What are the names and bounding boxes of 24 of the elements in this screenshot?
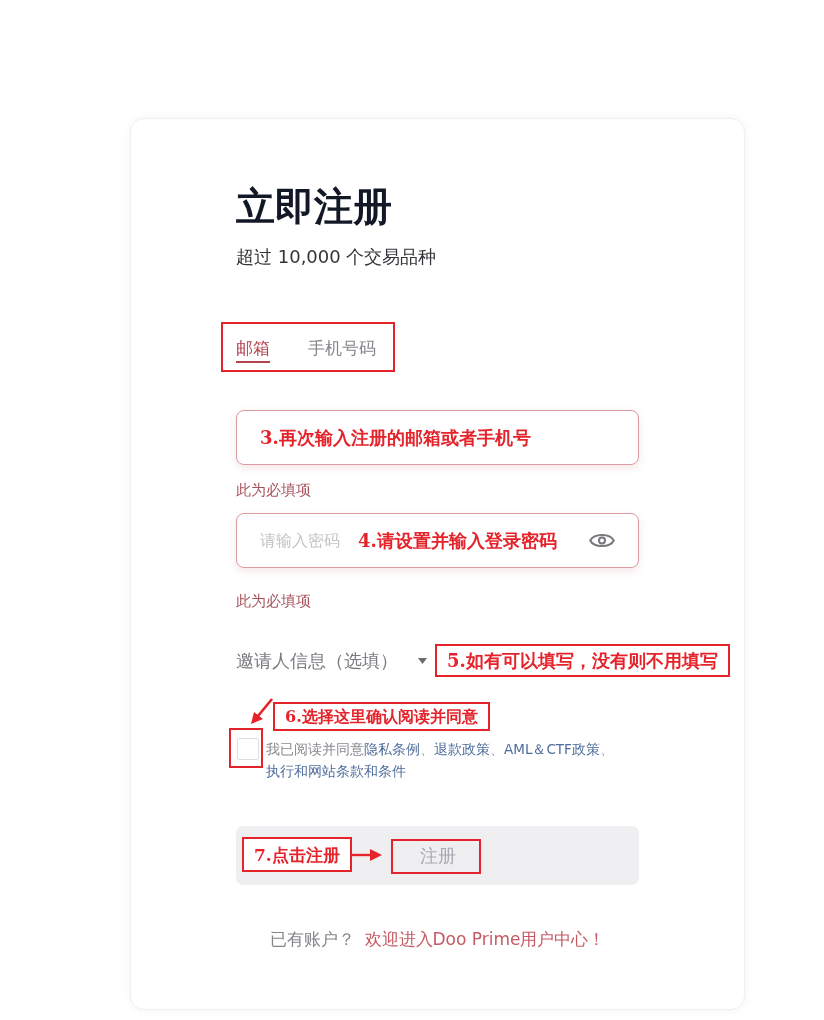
tab[interactable]: 手机号码 [308, 337, 376, 363]
policy-link[interactable]: 隐私条例 [364, 741, 420, 757]
policy-link[interactable]: 退款政策 [434, 741, 490, 757]
user-center-link[interactable]: 欢迎进入Doo Prime用户中心！ [364, 929, 606, 949]
subtitle-text: 超过 10,000 个交易品种 [236, 245, 438, 269]
password-input[interactable]: 请输入密码 [260, 528, 358, 553]
error-text: 此为必填项 [236, 591, 312, 611]
input-field[interactable]: 3.再次输入注册的邮箱或者手机号 [236, 410, 639, 465]
account-prompt-text: 已有账户？ [269, 929, 355, 949]
annotation-label: 5.如有可以填写，没有则不用填写 [435, 644, 730, 677]
invite-dropdown[interactable]: 邀请人信息（选填） [236, 648, 427, 673]
checkbox[interactable] [237, 738, 259, 760]
annotation-label: 6.选择这里确认阅读并同意 [273, 702, 490, 731]
page-title: 立即注册 [236, 183, 393, 231]
tab[interactable]: 邮箱 [236, 337, 270, 363]
agreement-text: 我已阅读并同意隐私条例、退款政策、AML＆CTF政策、 执行和网站条款和条件 [266, 740, 615, 781]
policy-link[interactable]: 执行和网站条款和条件 [266, 763, 406, 779]
annotation-text: 3.再次输入注册的邮箱或者手机号 [260, 425, 531, 450]
annotation-text: 4.请设置并输入登录密码 [358, 528, 557, 553]
eye-icon[interactable] [589, 532, 615, 549]
password-field[interactable]: 请输入密码 4.请设置并输入登录密码 [236, 513, 639, 568]
policy-link[interactable]: AML＆CTF政策 [504, 741, 600, 757]
annotation-label: 7.点击注册 [242, 837, 352, 872]
error-text: 此为必填项 [236, 480, 312, 500]
